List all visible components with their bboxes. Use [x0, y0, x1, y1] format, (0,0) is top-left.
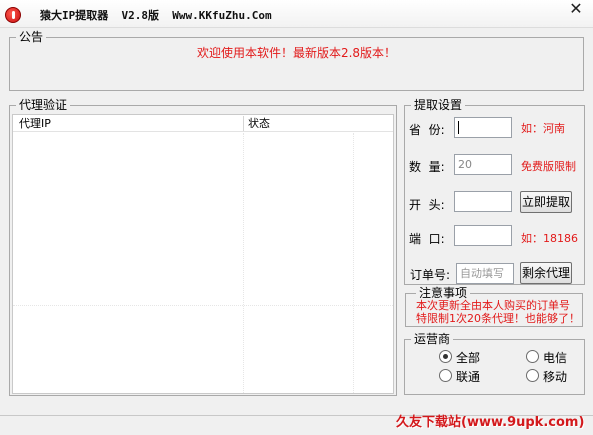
- attention-line-2: 特限制1次20条代理！也能够了！: [416, 312, 580, 325]
- carrier-option-all[interactable]: 全部: [439, 349, 499, 365]
- order-number-input[interactable]: 自动填写: [456, 263, 514, 284]
- close-button[interactable]: ✕: [563, 0, 589, 19]
- attention-line-1: 本次更新全由本人购买的订单号: [416, 299, 570, 312]
- prefix-input[interactable]: [454, 191, 512, 212]
- carrier-option-label: 联通: [456, 370, 481, 384]
- notice-group: 公告 欢迎使用本软件！最新版本2.8版本！: [9, 29, 584, 91]
- order-label: 订单号:: [410, 268, 451, 282]
- quantity-hint: 免费版限制: [521, 160, 576, 173]
- quantity-label: 数 量:: [409, 160, 445, 174]
- attention-text: 本次更新全由本人购买的订单号 特限制1次20条代理！也能够了！: [416, 299, 580, 325]
- attention-group: 注意事项 本次更新全由本人购买的订单号 特限制1次20条代理！也能够了！: [405, 285, 583, 327]
- carrier-option-telecom[interactable]: 电信: [526, 349, 586, 365]
- carrier-option-mobile[interactable]: 移动: [526, 368, 586, 384]
- province-label: 省 份:: [409, 123, 445, 137]
- radio-button[interactable]: [526, 350, 539, 363]
- remaining-proxies-button[interactable]: 剩余代理: [520, 262, 572, 284]
- radio-button[interactable]: [439, 369, 452, 382]
- grid-line: [243, 133, 244, 393]
- carrier-option-unicom[interactable]: 联通: [439, 368, 499, 384]
- province-input[interactable]: [454, 117, 512, 138]
- carrier-option-label: 电信: [543, 351, 568, 365]
- radio-button-checked[interactable]: [439, 350, 452, 363]
- carrier-legend: 运营商: [411, 331, 454, 347]
- fetch-now-button[interactable]: 立即提取: [520, 191, 572, 213]
- window-title: 猿大IP提取器 V2.8版 Www.KKfuZhu.Com: [40, 9, 272, 22]
- port-input[interactable]: [454, 225, 512, 246]
- grid-line: [353, 133, 354, 393]
- notice-legend: 公告: [16, 29, 47, 45]
- app-icon: [5, 7, 21, 23]
- site-watermark: 久友下载站(www.9upk.com): [396, 415, 585, 430]
- quantity-input[interactable]: 20: [454, 154, 512, 175]
- title-bar: 猿大IP提取器 V2.8版 Www.KKfuZhu.Com ✕: [0, 0, 593, 28]
- fetch-settings-group: 提取设置 省 份: 如：河南 数 量: 20 免费版限制 开 头: 立即提取 端…: [404, 97, 585, 285]
- province-hint: 如：河南: [521, 122, 565, 135]
- list-header: 代理IP 状态: [13, 115, 393, 132]
- grid-line: [13, 305, 393, 306]
- prefix-label: 开 头:: [409, 198, 445, 212]
- carrier-group: 运营商 全部 电信 联通 移动: [404, 331, 586, 395]
- port-hint: 如：18186: [521, 232, 578, 245]
- proxy-verify-legend: 代理验证: [16, 97, 71, 113]
- carrier-option-label: 全部: [456, 351, 481, 365]
- carrier-option-label: 移动: [543, 370, 568, 384]
- port-label: 端 口:: [409, 232, 445, 246]
- column-header-proxy-ip[interactable]: 代理IP: [19, 116, 51, 131]
- proxy-verify-group: 代理验证 代理IP 状态: [9, 97, 397, 396]
- proxy-list[interactable]: 代理IP 状态: [12, 114, 394, 394]
- fetch-settings-legend: 提取设置: [411, 97, 466, 113]
- column-separator[interactable]: [243, 116, 244, 131]
- text-caret: [458, 121, 459, 134]
- radio-button[interactable]: [526, 369, 539, 382]
- notice-text: 欢迎使用本软件！最新版本2.8版本！: [196, 46, 397, 60]
- column-header-status[interactable]: 状态: [248, 116, 270, 131]
